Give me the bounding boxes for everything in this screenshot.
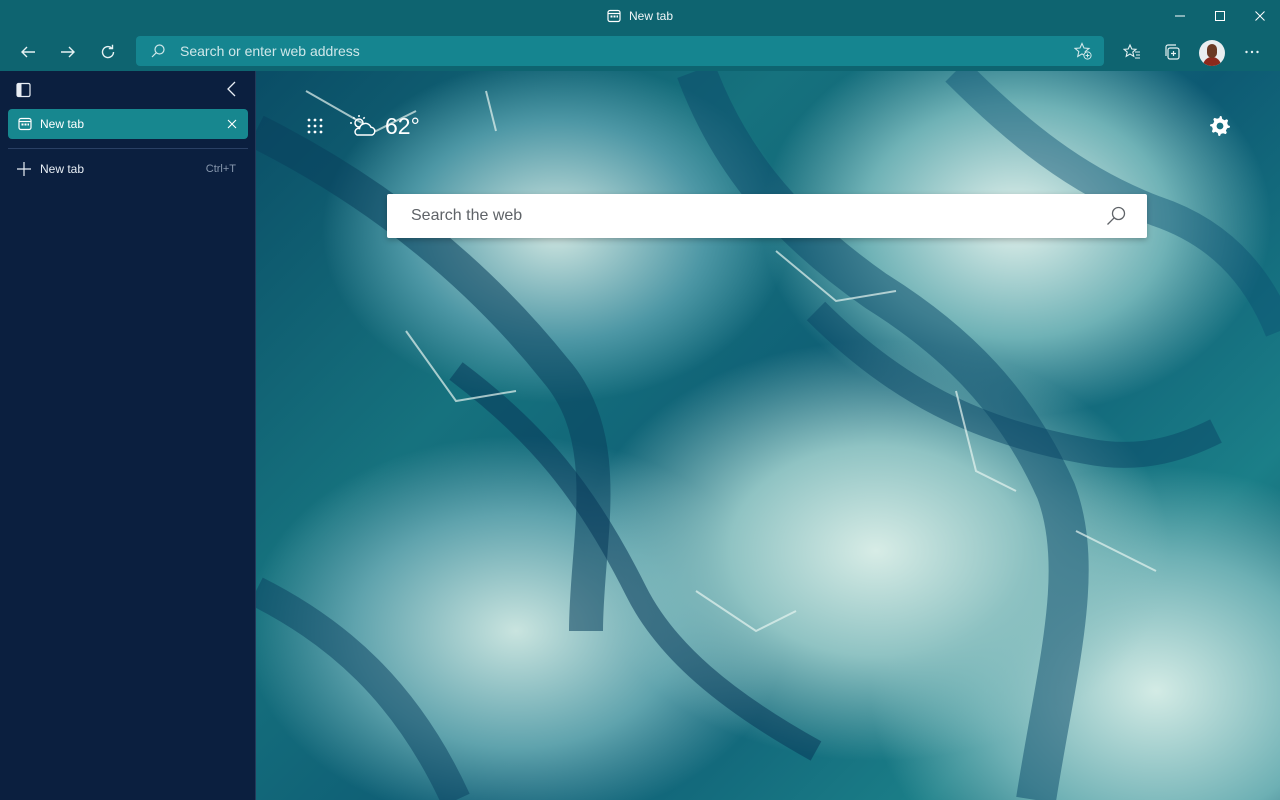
back-button[interactable] (12, 36, 44, 68)
refresh-icon (101, 44, 115, 59)
gear-icon[interactable] (1208, 114, 1232, 138)
tab-item-new-tab[interactable]: New tab (8, 109, 248, 139)
tab-actions-icon[interactable] (15, 81, 33, 99)
collections-button[interactable] (1156, 36, 1188, 68)
close-icon (1255, 11, 1265, 21)
apps-launcher-icon[interactable] (306, 117, 324, 135)
favorites-button[interactable] (1116, 36, 1148, 68)
newtab-favicon-icon (18, 117, 32, 131)
web-search-box[interactable]: Search the web (387, 194, 1147, 238)
temperature-text[interactable]: 62° (385, 113, 420, 140)
window-title: New tab (607, 9, 673, 23)
close-tab-icon[interactable] (226, 118, 238, 130)
address-placeholder: Search or enter web address (180, 43, 360, 59)
refresh-button[interactable] (92, 36, 124, 68)
close-window-button[interactable] (1240, 0, 1280, 32)
background-wallpaper (256, 71, 1280, 800)
search-icon[interactable] (1105, 205, 1127, 227)
more-icon (1245, 50, 1259, 54)
sidebar-divider (8, 148, 248, 149)
minimize-icon (1175, 15, 1185, 17)
search-icon (151, 44, 165, 58)
tab-label: New tab (40, 117, 85, 131)
profile-avatar[interactable] (1199, 40, 1225, 66)
more-button[interactable] (1236, 36, 1268, 68)
maximize-button[interactable] (1200, 0, 1240, 32)
plus-icon (17, 162, 31, 176)
vertical-tabs-sidebar: New tab New tab Ctrl+T (0, 71, 256, 800)
new-tab-shortcut: Ctrl+T (205, 163, 236, 175)
forward-icon (61, 46, 75, 58)
avatar-shirt (1203, 57, 1221, 66)
browser-toolbar: Search or enter web address (0, 32, 1280, 71)
minimize-button[interactable] (1160, 0, 1200, 32)
maximize-icon (1215, 11, 1225, 21)
newtab-favicon-icon (607, 9, 621, 23)
partly-cloudy-icon[interactable] (349, 114, 377, 138)
new-tab-page: 62° Search the web (256, 71, 1280, 800)
new-tab-label: New tab (40, 162, 85, 176)
back-icon (21, 46, 35, 58)
title-bar: New tab (0, 0, 1280, 32)
collapse-sidebar-icon[interactable] (223, 80, 241, 98)
favorites-icon (1123, 43, 1140, 59)
sidebar-header (0, 71, 256, 107)
address-bar[interactable]: Search or enter web address (136, 36, 1104, 66)
window-title-text: New tab (628, 9, 674, 23)
forward-button[interactable] (52, 36, 84, 68)
new-tab-button[interactable]: New tab Ctrl+T (8, 154, 248, 184)
add-favorite-icon[interactable] (1074, 42, 1092, 60)
collections-icon (1165, 44, 1180, 60)
avatar-face (1207, 44, 1217, 58)
web-search-placeholder: Search the web (411, 207, 523, 224)
